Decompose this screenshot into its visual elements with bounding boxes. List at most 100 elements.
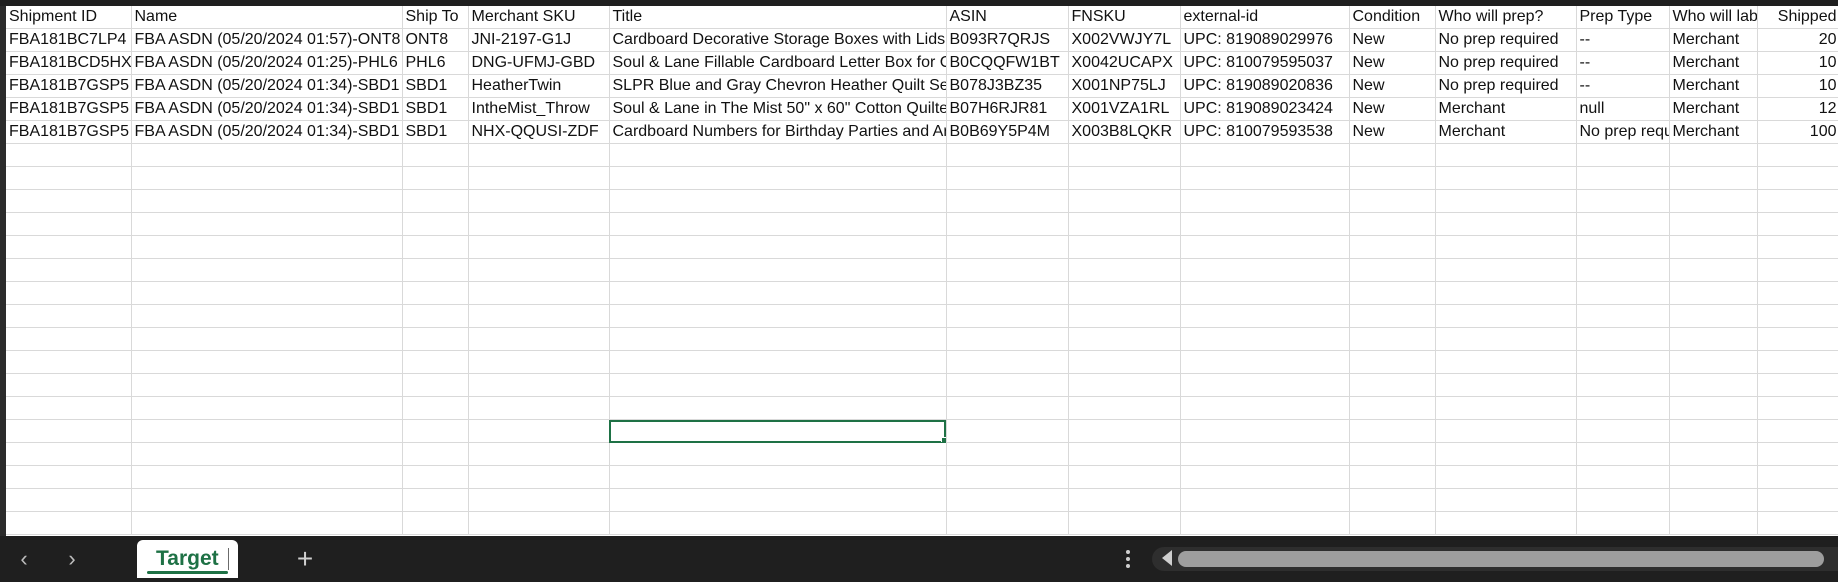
cell[interactable]	[1669, 143, 1758, 167]
cell[interactable]	[946, 258, 1069, 282]
cell[interactable]	[946, 465, 1069, 489]
cell[interactable]	[1068, 373, 1181, 397]
cell[interactable]	[1576, 419, 1670, 443]
cell[interactable]	[1068, 212, 1181, 236]
cell[interactable]	[1576, 304, 1670, 328]
cell[interactable]: Cardboard Decorative Storage Boxes with …	[609, 28, 947, 52]
cell[interactable]: B0B69Y5P4M	[946, 120, 1069, 144]
cell[interactable]	[1180, 327, 1350, 351]
cell[interactable]	[609, 166, 947, 190]
cell[interactable]	[609, 304, 947, 328]
cell[interactable]	[1349, 281, 1436, 305]
cell[interactable]	[1349, 327, 1436, 351]
cell[interactable]: Merchant	[1669, 97, 1758, 121]
cell[interactable]: B07H6RJR81	[946, 97, 1069, 121]
cell[interactable]	[1757, 419, 1838, 443]
cell[interactable]	[6, 166, 132, 190]
cell[interactable]	[1435, 419, 1577, 443]
cell[interactable]: New	[1349, 74, 1436, 98]
cell[interactable]	[1576, 258, 1670, 282]
cell[interactable]	[1435, 488, 1577, 512]
cell[interactable]: Merchant	[1669, 120, 1758, 144]
cell[interactable]	[1180, 488, 1350, 512]
cell[interactable]	[131, 396, 403, 420]
cell[interactable]	[6, 143, 132, 167]
cell[interactable]	[946, 281, 1069, 305]
column-header[interactable]: external-id	[1180, 6, 1350, 29]
cell[interactable]	[946, 235, 1069, 259]
cell[interactable]: UPC: 810079595037	[1180, 51, 1350, 75]
cell[interactable]	[1757, 235, 1838, 259]
cell[interactable]	[1180, 465, 1350, 489]
cell[interactable]	[946, 212, 1069, 236]
cell[interactable]	[468, 235, 610, 259]
cell[interactable]	[1180, 511, 1350, 535]
cell[interactable]	[609, 511, 947, 535]
cell[interactable]	[131, 350, 403, 374]
column-header[interactable]: Shipment ID	[6, 6, 132, 29]
cell[interactable]	[131, 212, 403, 236]
cell[interactable]	[1576, 235, 1670, 259]
cell[interactable]	[1435, 465, 1577, 489]
cell[interactable]	[402, 396, 469, 420]
cell[interactable]: DNG-UFMJ-GBD	[468, 51, 610, 75]
cell[interactable]	[468, 258, 610, 282]
cell[interactable]: JNI-2197-G1J	[468, 28, 610, 52]
cell[interactable]	[1757, 511, 1838, 535]
cell[interactable]: 100	[1757, 120, 1838, 144]
cell[interactable]	[609, 235, 947, 259]
column-header[interactable]: FNSKU	[1068, 6, 1181, 29]
cell[interactable]	[1180, 166, 1350, 190]
plus-icon[interactable]: +	[286, 540, 324, 578]
cell[interactable]: Merchant	[1669, 51, 1758, 75]
cell[interactable]	[1669, 350, 1758, 374]
cell[interactable]	[1180, 304, 1350, 328]
cell[interactable]	[468, 304, 610, 328]
cell[interactable]	[1180, 212, 1350, 236]
cell[interactable]	[1757, 327, 1838, 351]
cell[interactable]	[946, 419, 1069, 443]
cell[interactable]: PHL6	[402, 51, 469, 75]
cell[interactable]	[1349, 419, 1436, 443]
cell[interactable]: UPC: 810079593538	[1180, 120, 1350, 144]
cell[interactable]	[609, 442, 947, 466]
cell[interactable]	[1349, 143, 1436, 167]
cell[interactable]: FBA ASDN (05/20/2024 01:34)-SBD1	[131, 120, 403, 144]
cell[interactable]: UPC: 819089029976	[1180, 28, 1350, 52]
scrollbar-thumb[interactable]	[1178, 551, 1824, 567]
cell[interactable]	[1435, 166, 1577, 190]
cell[interactable]	[1349, 258, 1436, 282]
cell[interactable]: B093R7QRJS	[946, 28, 1069, 52]
cell[interactable]: UPC: 819089023424	[1180, 97, 1350, 121]
cell[interactable]	[609, 396, 947, 420]
cell[interactable]	[1669, 166, 1758, 190]
cell[interactable]	[6, 281, 132, 305]
chevron-left-icon[interactable]: ‹	[0, 536, 48, 582]
cell[interactable]: FBA ASDN (05/20/2024 01:34)-SBD1	[131, 74, 403, 98]
cell[interactable]	[1757, 143, 1838, 167]
cell[interactable]	[131, 189, 403, 213]
cell[interactable]: B0CQQFW1BT	[946, 51, 1069, 75]
cell[interactable]: New	[1349, 120, 1436, 144]
cell[interactable]: X001VZA1RL	[1068, 97, 1181, 121]
cell[interactable]: --	[1576, 74, 1670, 98]
cell[interactable]	[946, 396, 1069, 420]
cell[interactable]	[6, 350, 132, 374]
cell[interactable]: Merchant	[1669, 28, 1758, 52]
cell[interactable]	[1757, 396, 1838, 420]
cell[interactable]	[1435, 396, 1577, 420]
cell[interactable]	[131, 488, 403, 512]
cell[interactable]	[468, 488, 610, 512]
cell[interactable]	[1669, 442, 1758, 466]
cell[interactable]: No prep required	[1435, 51, 1577, 75]
cell[interactable]	[1669, 327, 1758, 351]
cell[interactable]	[609, 212, 947, 236]
cell[interactable]	[1349, 511, 1436, 535]
column-header[interactable]: Shipped	[1757, 6, 1838, 29]
cell[interactable]	[1757, 373, 1838, 397]
cell[interactable]: X001NP75LJ	[1068, 74, 1181, 98]
cell[interactable]	[609, 189, 947, 213]
cell[interactable]	[6, 235, 132, 259]
cell[interactable]	[1757, 350, 1838, 374]
cell[interactable]	[402, 281, 469, 305]
